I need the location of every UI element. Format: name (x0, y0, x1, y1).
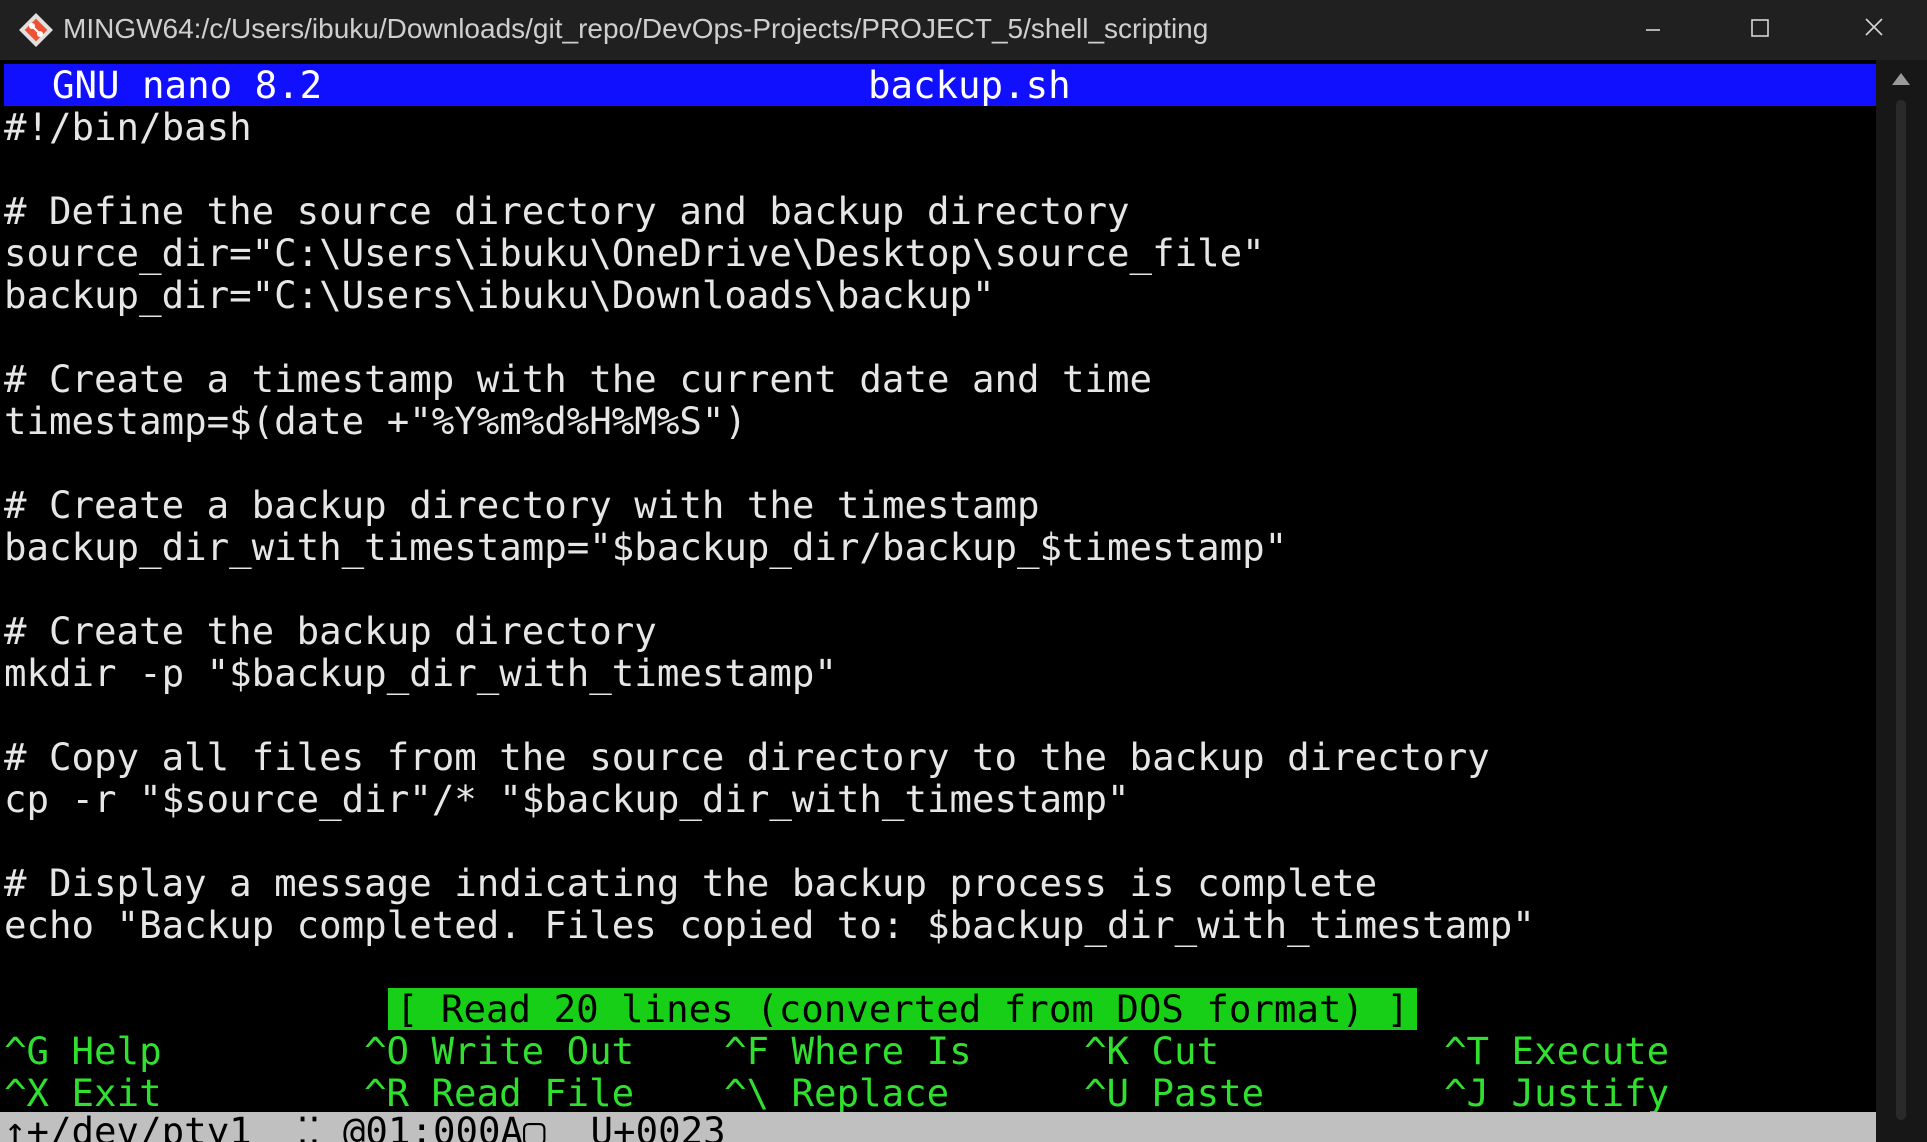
window-title: MINGW64:/c/Users/ibuku/Downloads/git_rep… (63, 13, 1209, 44)
shortcut-label: Cut (1151, 1029, 1220, 1073)
editor-line[interactable]: # Define the source directory and backup… (4, 190, 1130, 232)
shortcut-key: ^T (1444, 1029, 1490, 1073)
close-button[interactable] (1830, 0, 1920, 60)
editor-line[interactable]: #!/bin/bash (4, 106, 252, 148)
shortcut-write-out[interactable]: ^O Write Out (364, 1030, 634, 1072)
shortcut-label: Write Out (431, 1029, 635, 1073)
editor-line[interactable]: backup_dir="C:\Users\ibuku\Downloads\bac… (4, 274, 995, 316)
scrollbar-thumb[interactable] (1896, 100, 1906, 1120)
shortcut-label: Help (71, 1029, 162, 1073)
git-bash-icon (19, 13, 53, 47)
editor-line[interactable]: backup_dir_with_timestamp="$backup_dir/b… (4, 526, 1287, 568)
window-title-bar[interactable]: MINGW64:/c/Users/ibuku/Downloads/git_rep… (0, 0, 1927, 60)
editor-line[interactable]: mkdir -p "$backup_dir_with_timestamp" (4, 652, 837, 694)
shortcut-exit[interactable]: ^X Exit (4, 1072, 162, 1114)
shortcut-where-is[interactable]: ^F Where Is (724, 1030, 972, 1072)
shortcut-key: ^K (1084, 1029, 1130, 1073)
shortcut-read-file[interactable]: ^R Read File (364, 1072, 634, 1114)
shortcut-key: ^J (1444, 1071, 1490, 1115)
shortcut-key: ^F (724, 1029, 770, 1073)
editor-line[interactable]: source_dir="C:\Users\ibuku\OneDrive\Desk… (4, 232, 1265, 274)
close-icon (1865, 18, 1883, 36)
editor-line[interactable]: cp -r "$source_dir"/* "$backup_dir_with_… (4, 778, 1130, 820)
shortcut-label: Replace (791, 1071, 950, 1115)
nano-version: GNU nano 8.2 (52, 63, 323, 107)
maximize-icon (1751, 19, 1769, 37)
shortcut-label: Read File (431, 1071, 635, 1115)
maximize-button[interactable] (1714, 0, 1804, 60)
shortcut-cut[interactable]: ^K Cut (1084, 1030, 1219, 1072)
shortcut-key: ^G (4, 1029, 50, 1073)
shortcut-key: ^X (4, 1071, 50, 1115)
status-message: [ Read 20 lines (converted from DOS form… (388, 988, 1417, 1030)
minimize-icon (1646, 29, 1660, 31)
shortcut-label: Execute (1511, 1029, 1670, 1073)
shortcut-label: Justify (1511, 1071, 1670, 1115)
editor-line[interactable]: # Create the backup directory (4, 610, 657, 652)
shortcut-key: ^\ (724, 1071, 770, 1115)
shortcut-key: ^U (1084, 1071, 1130, 1115)
editor-line[interactable]: # Copy all files from the source directo… (4, 736, 1490, 778)
editor-line[interactable]: timestamp=$(date +"%Y%m%d%H%M%S") (4, 400, 747, 442)
minimize-button[interactable] (1608, 0, 1698, 60)
bottom-status-text: ↑+/dev/pty1 ⁚⁚ @01:000A▢ U+0023 (4, 1112, 726, 1142)
scrollbar[interactable] (1876, 60, 1927, 1142)
shortcut-replace[interactable]: ^\ Replace (724, 1072, 949, 1114)
nano-filename: backup.sh (868, 63, 1071, 107)
shortcut-help[interactable]: ^G Help (4, 1030, 162, 1072)
bottom-status-line: ↑+/dev/pty1 ⁚⁚ @01:000A▢ U+0023 (0, 1112, 1876, 1142)
scroll-up-arrow-icon[interactable] (1890, 70, 1912, 88)
nano-header-bar: GNU nano 8.2 backup.sh (4, 64, 1876, 106)
editor-line[interactable]: # Create a backup directory with the tim… (4, 484, 1040, 526)
shortcut-label: Paste (1151, 1071, 1265, 1115)
editor-line[interactable]: # Create a timestamp with the current da… (4, 358, 1152, 400)
shortcut-justify[interactable]: ^J Justify (1444, 1072, 1669, 1114)
editor-line[interactable]: # Display a message indicating the backu… (4, 862, 1377, 904)
shortcut-label: Exit (71, 1071, 162, 1115)
shortcut-key: ^O (364, 1029, 410, 1073)
shortcut-execute[interactable]: ^T Execute (1444, 1030, 1669, 1072)
shortcut-label: Where Is (791, 1029, 972, 1073)
editor-line[interactable]: echo "Backup completed. Files copied to:… (4, 904, 1535, 946)
shortcut-key: ^R (364, 1071, 410, 1115)
shortcut-paste[interactable]: ^U Paste (1084, 1072, 1264, 1114)
